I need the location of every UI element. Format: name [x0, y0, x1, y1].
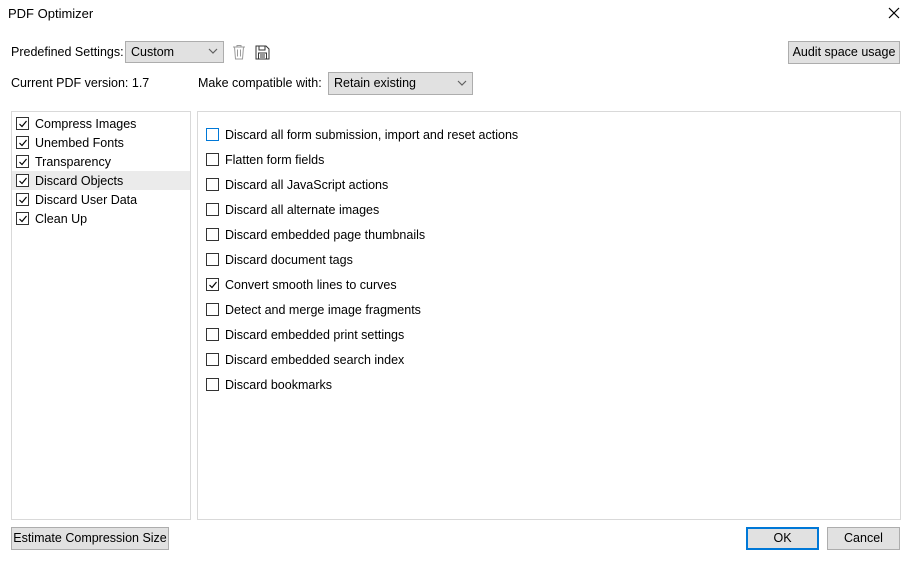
category-label: Discard Objects	[35, 173, 124, 188]
dialog-title: PDF Optimizer	[8, 6, 94, 21]
category-label: Transparency	[35, 154, 111, 169]
checkmark-icon	[18, 120, 27, 127]
option-label: Discard all form submission, import and …	[225, 127, 519, 142]
option-label: Discard document tags	[225, 252, 353, 267]
chevron-down-icon	[457, 80, 467, 86]
option-checkbox[interactable]	[206, 153, 219, 166]
make-compatible-dropdown[interactable]: Retain existing	[328, 72, 473, 95]
cancel-button[interactable]: Cancel	[827, 527, 900, 550]
checkmark-icon	[18, 177, 27, 184]
option-item[interactable]: Discard all form submission, import and …	[198, 122, 900, 147]
option-item[interactable]: Discard all JavaScript actions	[198, 172, 900, 197]
category-label: Unembed Fonts	[35, 135, 124, 150]
make-compatible-value: Retain existing	[334, 76, 416, 90]
category-checkbox[interactable]	[16, 117, 29, 130]
category-label: Compress Images	[35, 116, 137, 131]
current-pdf-version: Current PDF version: 1.7	[11, 76, 150, 90]
option-item[interactable]: Discard embedded page thumbnails	[198, 222, 900, 247]
category-checkbox[interactable]	[16, 155, 29, 168]
category-item[interactable]: Clean Up	[12, 209, 190, 228]
option-checkbox[interactable]	[206, 378, 219, 391]
close-icon	[888, 7, 900, 19]
category-item-selected[interactable]: Discard Objects	[12, 171, 190, 190]
category-checkbox[interactable]	[16, 136, 29, 149]
option-checkbox[interactable]	[206, 278, 219, 291]
checkmark-icon	[18, 196, 27, 203]
estimate-compression-size-button[interactable]: Estimate Compression Size	[11, 527, 169, 550]
ok-button[interactable]: OK	[746, 527, 819, 550]
option-item[interactable]: Detect and merge image fragments	[198, 297, 900, 322]
save-settings-button[interactable]	[253, 43, 271, 61]
category-checkbox[interactable]	[16, 193, 29, 206]
checkmark-icon	[18, 139, 27, 146]
option-label: Discard embedded print settings	[225, 327, 405, 342]
predefined-settings-label: Predefined Settings:	[11, 45, 124, 59]
predefined-settings-value: Custom	[131, 45, 175, 59]
category-checkbox[interactable]	[16, 174, 29, 187]
predefined-settings-dropdown[interactable]: Custom	[125, 41, 224, 63]
option-checkbox[interactable]	[206, 253, 219, 266]
audit-space-usage-button[interactable]: Audit space usage	[788, 41, 900, 64]
option-label: Detect and merge image fragments	[225, 302, 421, 317]
chevron-down-icon	[208, 48, 218, 54]
option-item[interactable]: Discard document tags	[198, 247, 900, 272]
option-item[interactable]: Discard all alternate images	[198, 197, 900, 222]
category-checkbox[interactable]	[16, 212, 29, 225]
option-label: Discard embedded search index	[225, 352, 405, 367]
category-list: Compress Images Unembed Fonts Transparen…	[12, 112, 190, 228]
checkmark-icon	[18, 158, 27, 165]
option-checkbox[interactable]	[206, 303, 219, 316]
option-label: Convert smooth lines to curves	[225, 277, 397, 292]
option-item[interactable]: Convert smooth lines to curves	[198, 272, 900, 297]
option-item[interactable]: Discard embedded print settings	[198, 322, 900, 347]
delete-settings-button[interactable]	[230, 43, 248, 61]
category-label: Clean Up	[35, 211, 88, 226]
category-item[interactable]: Transparency	[12, 152, 190, 171]
checkmark-icon	[208, 281, 217, 288]
option-item[interactable]: Discard embedded search index	[198, 347, 900, 372]
option-label: Discard embedded page thumbnails	[225, 227, 426, 242]
close-button[interactable]	[883, 2, 905, 24]
option-label: Discard bookmarks	[225, 377, 332, 392]
category-label: Discard User Data	[35, 192, 138, 207]
options-list: Discard all form submission, import and …	[198, 112, 900, 397]
option-item[interactable]: Discard bookmarks	[198, 372, 900, 397]
category-list-panel: Compress Images Unembed Fonts Transparen…	[11, 111, 191, 520]
option-checkbox[interactable]	[206, 178, 219, 191]
option-label: Discard all alternate images	[225, 202, 380, 217]
option-checkbox[interactable]	[206, 203, 219, 216]
trash-icon	[233, 45, 245, 60]
save-icon	[255, 45, 269, 59]
option-checkbox[interactable]	[206, 328, 219, 341]
category-item[interactable]: Discard User Data	[12, 190, 190, 209]
category-item[interactable]: Compress Images	[12, 114, 190, 133]
make-compatible-label: Make compatible with:	[198, 76, 322, 90]
options-panel: Discard all form submission, import and …	[197, 111, 901, 520]
option-item[interactable]: Flatten form fields	[198, 147, 900, 172]
option-label: Discard all JavaScript actions	[225, 177, 389, 192]
category-item[interactable]: Unembed Fonts	[12, 133, 190, 152]
option-label: Flatten form fields	[225, 152, 325, 167]
option-checkbox[interactable]	[206, 128, 219, 141]
option-checkbox[interactable]	[206, 353, 219, 366]
checkmark-icon	[18, 215, 27, 222]
pdf-optimizer-dialog: PDF Optimizer Predefined Settings: Custo…	[0, 0, 911, 561]
option-checkbox[interactable]	[206, 228, 219, 241]
